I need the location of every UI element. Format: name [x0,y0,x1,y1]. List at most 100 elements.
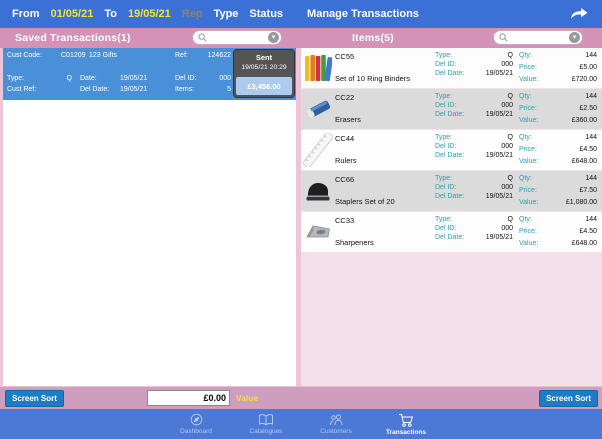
people-icon [328,413,345,427]
search-icon [499,29,508,47]
item-row[interactable]: CC22 Erasers Type:Q Del ID:000 Del Date:… [301,89,602,129]
item-code: CC33 [335,216,435,225]
del-date-value: 19/05/21 [120,86,147,93]
del-date-label: Del Date: [80,86,109,93]
ring-binders-image [301,48,335,88]
type-label: Type: [435,93,452,100]
item-code: CC55 [335,52,435,61]
qty-label: Qty: [519,175,532,182]
item-identity: CC44 Rulers [335,130,435,170]
app-screen: From 01/05/21 To 19/05/21 Rep Type Statu… [0,0,602,439]
value-label: Value: [519,199,538,206]
tab-label: Transactions [386,429,426,436]
items-count-value: 5 [227,86,231,93]
qty-value: 144 [585,134,597,141]
item-row[interactable]: CC33 Sharpeners Type:Q Del ID:000 Del Da… [301,212,602,252]
tab-transactions[interactable]: Transactions [374,409,438,439]
saved-transactions-header: Saved Transactions(1) ▾ [0,28,297,48]
price-value: £4.50 [579,146,597,153]
del-date-value: 19/05/21 [486,152,513,159]
qty-value: 144 [585,52,597,59]
del-id-value: 000 [501,102,513,109]
tab-dashboard[interactable]: Dashboard [164,409,228,439]
del-id-value: 000 [219,75,231,82]
item-delivery-info: Type:Q Del ID:000 Del Date:19/05/21 [435,89,513,129]
del-id-label: Del ID: [435,225,456,232]
qty-value: 144 [585,175,597,182]
from-label: From [12,8,40,20]
value-value: £1,080.00 [566,199,597,206]
transactions-search-input[interactable] [207,33,268,43]
status-text: Sent [234,53,294,62]
price-value: £7.50 [579,187,597,194]
type-label: Type: [435,175,452,182]
transaction-total: £3,456.00 [236,77,292,95]
qty-value: 144 [585,216,597,223]
screen-sort-right-button[interactable]: Screen Sort [539,390,598,407]
type-value: Q [508,216,513,223]
del-id-value: 000 [501,61,513,68]
del-id-value: 000 [501,143,513,150]
del-id-label: Del ID: [435,102,456,109]
main-panels: Cust Code: C01209 123 Gifts Ref: 124622 … [0,48,602,386]
status-filter-button[interactable]: Status [249,8,283,20]
items-title: Items(5) [352,32,394,44]
item-description: Set of 10 Ring Binders [335,74,435,83]
chevron-down-icon[interactable]: ▾ [569,32,580,43]
del-date-value: 19/05/21 [486,111,513,118]
curved-arrow-right-icon [568,5,590,24]
shopping-cart-icon [398,413,415,428]
ruler-image [301,130,335,170]
items-count-label: Items: [175,86,194,93]
manage-transactions-button[interactable]: Manage Transactions [307,8,419,20]
type-value: Q [508,93,513,100]
type-value: Q [508,52,513,59]
del-id-label: Del ID: [435,61,456,68]
bottom-toolbar: Screen Sort Value Screen Sort [0,386,602,409]
price-label: Price: [519,187,537,194]
ref-label: Ref: [175,52,188,59]
value-value: £360.00 [572,117,597,124]
tab-label: Customers [320,428,351,435]
item-pricing-info: Qty:144 Price:£5.00 Value:£720.00 [519,48,597,88]
tab-customers[interactable]: Customers [304,409,368,439]
rep-filter-button[interactable]: Rep [182,8,203,20]
value-value: £648.00 [572,240,597,247]
send-button[interactable] [568,5,590,24]
item-description: Staplers Set of 20 [335,197,435,206]
to-date-button[interactable]: 19/05/21 [128,8,171,20]
item-row[interactable]: CC66 Staplers Set of 20 Type:Q Del ID:00… [301,171,602,211]
item-pricing-info: Qty: 144 Price: £7.50 Value: £1,080.00 [519,171,597,211]
value-total-field[interactable] [147,390,230,406]
del-date-value: 19/05/21 [486,70,513,77]
item-row[interactable]: CC44 Rulers Type:Q Del ID:000 Del Date:1… [301,130,602,170]
price-value: £2.50 [579,105,597,112]
qty-value: 144 [585,93,597,100]
item-description: Rulers [335,156,435,165]
value-value: £648.00 [572,158,597,165]
type-filter-button[interactable]: Type [214,8,239,20]
item-description: Sharpeners [335,238,435,247]
transaction-row-selected[interactable]: Cust Code: C01209 123 Gifts Ref: 124622 … [3,48,296,100]
qty-label: Qty: [519,134,532,141]
cust-code-value: C01209 [61,52,86,59]
del-id-value: 000 [501,184,513,191]
saved-transactions-title: Saved Transactions(1) [15,32,131,44]
value-value: £720.00 [572,76,597,83]
items-search-input[interactable] [508,33,569,43]
screen-sort-left-button[interactable]: Screen Sort [5,390,64,407]
saved-transactions-panel: Cust Code: C01209 123 Gifts Ref: 124622 … [3,48,296,386]
tab-catalogues[interactable]: Catalogues [234,409,298,439]
del-date-label: Del Date: [435,234,464,241]
type-label: Type: [435,134,452,141]
item-pricing-info: Qty:144 Price:£4.50 Value:£648.00 [519,130,597,170]
from-date-button[interactable]: 01/05/21 [51,8,94,20]
items-search: ▾ [493,30,583,45]
chevron-down-icon[interactable]: ▾ [268,32,279,43]
type-label: Type: [7,75,24,82]
items-header: Items(5) ▾ [297,28,602,48]
item-row[interactable]: CC55 Set of 10 Ring Binders Type:Q Del I… [301,48,602,88]
top-filter-bar: From 01/05/21 To 19/05/21 Rep Type Statu… [0,0,602,28]
value-label: Value: [519,158,538,165]
item-identity: CC33 Sharpeners [335,212,435,252]
